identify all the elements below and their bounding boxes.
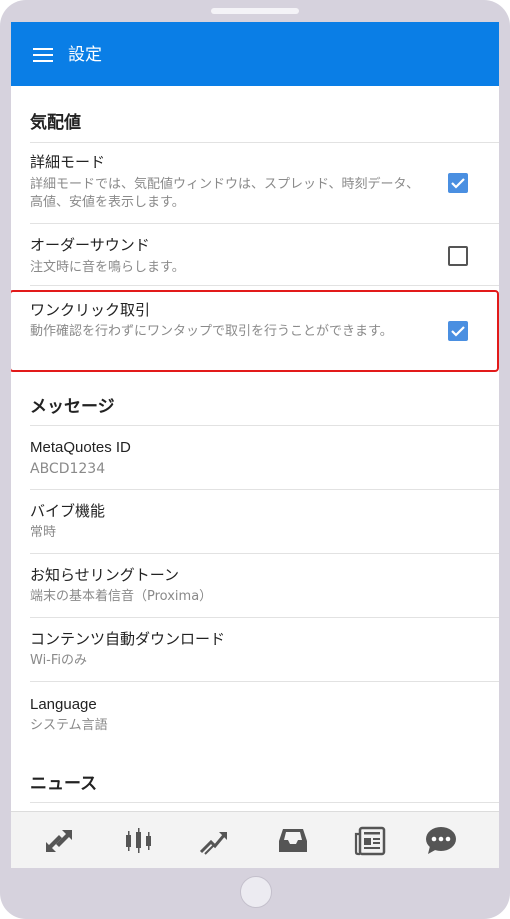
setting-vibration[interactable]: バイブ機能 常時	[11, 502, 499, 546]
setting-value: Wi-Fiのみ	[30, 653, 88, 668]
checkmark-icon	[451, 178, 465, 189]
home-button[interactable]	[240, 876, 272, 908]
checkmark-icon	[451, 326, 465, 337]
news-icon[interactable]	[354, 826, 390, 856]
divider	[30, 142, 499, 143]
setting-title: ワンクリック取引	[30, 302, 151, 319]
divider	[30, 489, 499, 490]
divider	[30, 553, 499, 554]
setting-title: Language	[30, 696, 97, 713]
divider	[30, 617, 499, 618]
setting-language[interactable]: Language システム言語	[11, 695, 499, 739]
setting-ringtone[interactable]: お知らせリングトーン 端末の基本着信音（Proxima）	[11, 566, 499, 610]
inbox-icon[interactable]	[276, 826, 312, 856]
chart-candles-icon[interactable]	[122, 826, 158, 856]
divider	[30, 285, 499, 286]
setting-title: MetaQuotes ID	[30, 439, 131, 456]
divider	[30, 802, 499, 803]
menu-icon[interactable]	[33, 48, 53, 62]
setting-title: 詳細モード	[30, 154, 106, 171]
chat-icon[interactable]	[424, 826, 460, 856]
setting-description: 詳細モードでは、気配値ウィンドウは、スプレッド、時刻データ、高値、安値を表示しま…	[30, 177, 420, 210]
setting-title: オーダーサウンド	[30, 237, 150, 254]
app-bar: 設定	[11, 22, 499, 86]
trade-icon[interactable]	[197, 826, 233, 856]
divider	[30, 223, 499, 224]
setting-metaquotes-id[interactable]: MetaQuotes ID ABCD1234	[11, 438, 499, 482]
page-title: 設定	[68, 45, 102, 65]
settings-screen: 設定 気配値 詳細モード 詳細モードでは、気配値ウィンドウは、スプレッド、時刻デ…	[11, 22, 499, 868]
setting-value: 端末の基本着信音（Proxima）	[30, 589, 213, 604]
setting-description: 注文時に音を鳴らします。	[30, 260, 185, 275]
divider	[30, 681, 499, 682]
setting-value: ABCD1234	[30, 461, 106, 477]
setting-title: バイブ機能	[30, 503, 106, 520]
setting-order-sound[interactable]: オーダーサウンド 注文時に音を鳴らします。	[11, 236, 499, 280]
setting-title: コンテンツ自動ダウンロード	[30, 631, 226, 648]
setting-value: システム言語	[30, 718, 108, 733]
phone-frame: 設定 気配値 詳細モード 詳細モードでは、気配値ウィンドウは、スプレッド、時刻デ…	[0, 0, 510, 919]
section-header-messages: メッセージ	[30, 397, 115, 417]
setting-detail-mode[interactable]: 詳細モード 詳細モードでは、気配値ウィンドウは、スプレッド、時刻データ、高値、安…	[11, 153, 499, 215]
setting-title: お知らせリングトーン	[30, 567, 179, 584]
speaker-grille	[211, 8, 299, 14]
detail-mode-checkbox[interactable]	[448, 173, 468, 193]
bottom-navigation	[11, 811, 499, 868]
order-sound-checkbox[interactable]	[448, 246, 468, 266]
section-header-news: ニュース	[30, 774, 98, 794]
setting-auto-download[interactable]: コンテンツ自動ダウンロード Wi-Fiのみ	[11, 630, 499, 674]
divider	[30, 425, 499, 426]
setting-description: 動作確認を行わずにワンタップで取引を行うことができます。	[30, 324, 393, 339]
one-click-checkbox[interactable]	[448, 321, 468, 341]
setting-value: 常時	[30, 525, 57, 540]
setting-one-click-trading[interactable]: ワンクリック取引 動作確認を行わずにワンタップで取引を行うことができます。	[11, 301, 499, 363]
quotes-icon[interactable]	[42, 826, 78, 856]
section-header-quotes: 気配値	[30, 113, 81, 133]
